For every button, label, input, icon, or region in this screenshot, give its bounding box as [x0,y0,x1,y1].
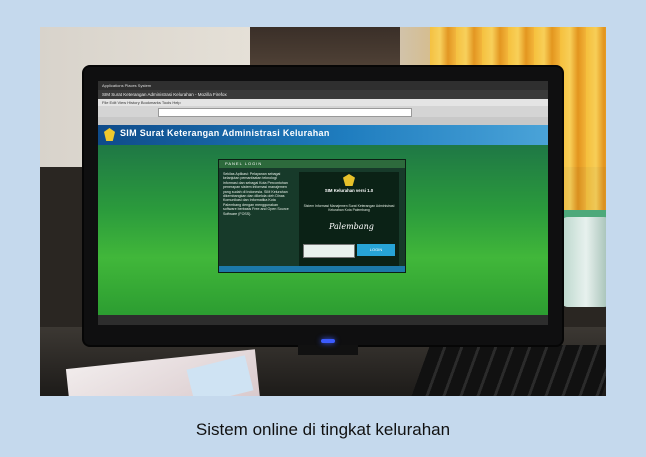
web-page: SIM Surat Keterangan Administrasi Kelura… [98,125,548,315]
os-top-bar: Applications Places System [98,81,548,90]
login-info-text: Sekilas Aplikasi: Pelayanan sebagai kela… [223,172,289,216]
monitor-stand [298,345,358,355]
figure-frame: Applications Places System SIM Surat Ket… [0,0,646,457]
browser-tab-bar [98,117,548,125]
city-logo-icon [104,128,115,141]
login-input[interactable] [303,244,355,258]
glass-jar [560,217,606,307]
photo: Applications Places System SIM Surat Ket… [40,27,606,396]
os-taskbar [98,315,548,325]
login-form: SIM Kelurahan versi 1.0 Sistem Informasi… [299,172,399,266]
login-signature: Palembang [329,222,374,231]
login-panel: PANEL LOGIN Sekilas Aplikasi: Pelayanan … [218,159,406,273]
login-app-title: SIM Kelurahan versi 1.0 [324,188,374,193]
browser-window-title: SIM Surat Keterangan Administrasi Kelura… [98,90,548,99]
app-logo-icon [343,174,355,186]
login-button[interactable]: LOGIN [357,244,395,256]
page-header: SIM Surat Keterangan Administrasi Kelura… [98,125,548,145]
browser-menu-bar: File Edit View History Bookmarks Tools H… [98,99,548,106]
login-panel-footer [219,266,405,272]
figure-caption: Sistem online di tingkat kelurahan [195,420,451,439]
monitor-screen: Applications Places System SIM Surat Ket… [98,81,548,325]
url-bar[interactable] [158,108,412,117]
browser-toolbar [98,106,548,117]
keyboard [409,345,606,396]
page-header-title: SIM Surat Keterangan Administrasi Kelura… [120,128,330,138]
power-led-icon [321,339,335,343]
login-description: Sistem Informasi Manajemen Surat Keteran… [303,204,395,213]
login-panel-heading: PANEL LOGIN [219,160,405,168]
